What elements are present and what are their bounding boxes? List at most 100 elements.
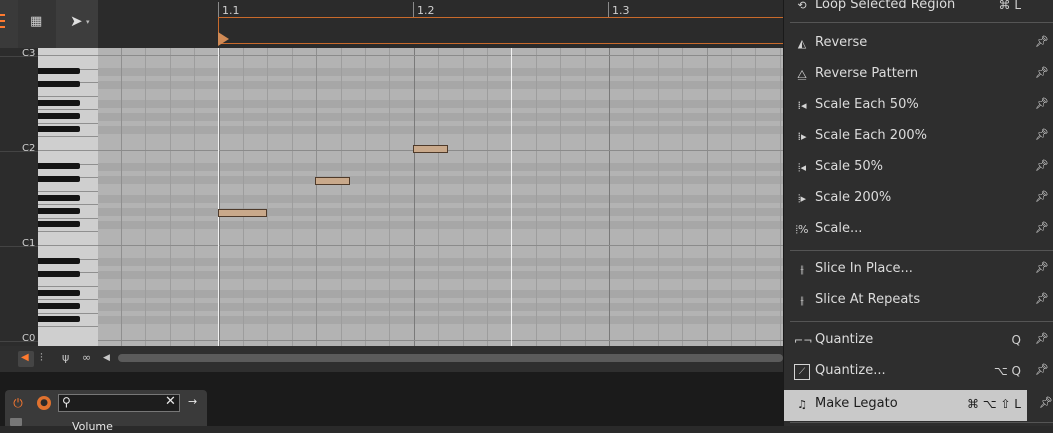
black-key[interactable]	[38, 303, 80, 309]
white-key-divider	[38, 286, 98, 287]
menu-item-scale-each-200[interactable]: ⁞▸ Scale Each 200% 📌︎	[784, 122, 1053, 153]
grid-line	[487, 48, 488, 346]
loop-icon: ⟲	[797, 0, 807, 12]
grid-line	[267, 48, 268, 346]
fork-icon[interactable]: ψ	[62, 351, 69, 364]
black-key[interactable]	[38, 68, 80, 74]
black-key[interactable]	[38, 100, 80, 106]
menu-item-label: Scale Each 50%	[815, 97, 919, 112]
white-key-divider	[38, 55, 98, 56]
ruler-tick	[413, 2, 414, 18]
menu-item-loop-selected-region[interactable]: ⟲ Loop Selected Region ⌘ L	[784, 0, 1053, 22]
pin-icon[interactable]: 📌︎	[1035, 261, 1049, 274]
pin-icon[interactable]: 📌︎	[1035, 190, 1049, 203]
clip-list-toggle-button[interactable]	[0, 0, 18, 48]
black-key[interactable]	[38, 163, 80, 169]
pointer-tool-button[interactable]: ➤ ▾	[56, 0, 98, 48]
device-icon[interactable]: ●	[37, 396, 51, 410]
black-key[interactable]	[38, 113, 80, 119]
pin-icon[interactable]: 📌︎	[1035, 159, 1049, 172]
link-icon[interactable]: ∞	[82, 351, 91, 364]
pin-icon[interactable]: 📌︎	[1035, 66, 1049, 79]
black-key[interactable]	[38, 195, 80, 201]
black-key[interactable]	[38, 290, 80, 296]
black-key[interactable]	[38, 81, 80, 87]
white-key-divider	[38, 150, 98, 151]
pin-icon[interactable]: 📌︎	[1035, 363, 1049, 376]
white-key-divider	[38, 299, 98, 300]
grid-lane	[98, 68, 783, 76]
grid-line	[170, 48, 171, 346]
pin-icon[interactable]: 📌︎	[1035, 35, 1049, 48]
folder-icon[interactable]	[10, 418, 22, 426]
grid-lane	[98, 208, 783, 216]
ruler-tick	[608, 2, 609, 18]
menu-item-reverse-pattern[interactable]: ⧋ Reverse Pattern 📌︎	[784, 60, 1053, 91]
menu-item-quantize[interactable]: ⌐¬ Quantize Q 📌︎	[784, 326, 1053, 357]
pin-icon[interactable]: 📌︎	[1035, 292, 1049, 305]
grid-line	[609, 48, 610, 346]
menu-item-reverse[interactable]: ◭ Reverse 📌︎	[784, 29, 1053, 60]
menu-item-scale-50[interactable]: ⦙◂ Scale 50% 📌︎	[784, 153, 1053, 184]
octave-divider	[0, 56, 38, 57]
menu-item-shortcut: Q	[1011, 333, 1021, 347]
pin-icon[interactable]: 📌︎	[1035, 332, 1049, 345]
midi-note[interactable]	[413, 145, 448, 153]
black-key[interactable]	[38, 258, 80, 264]
menu-item-make-legato[interactable]: ♫ Make Legato ⌘ ⌥ ⇧ L	[784, 390, 1027, 421]
pin-icon[interactable]: 📌︎	[1035, 97, 1049, 110]
grid-line	[707, 48, 708, 346]
menu-item-slice-at-repeats[interactable]: ⫲ Slice At Repeats 📌︎	[784, 286, 1053, 317]
menu-item-label: Scale 200%	[815, 190, 892, 205]
midi-note[interactable]	[315, 177, 350, 185]
scroll-left-icon[interactable]: ◀	[103, 353, 110, 363]
menu-item-scale-200[interactable]: ⦙▸ Scale 200% 📌︎	[784, 184, 1053, 215]
black-key[interactable]	[38, 271, 80, 277]
loop-start-marker[interactable]	[218, 32, 229, 46]
octave-line	[98, 340, 783, 341]
audition-button[interactable]: ◀	[18, 351, 34, 367]
menu-item-scale[interactable]: ⦙% Scale... 📌︎	[784, 215, 1053, 246]
horizontal-scrollbar[interactable]	[118, 354, 783, 362]
arrow-right-icon[interactable]: →	[188, 395, 197, 408]
menu-item-scale-each-50[interactable]: ⁞◂ Scale Each 50% 📌︎	[784, 91, 1053, 122]
browser-item-label: Volume	[72, 420, 113, 433]
power-icon[interactable]: ⏻	[10, 396, 26, 412]
grid-line	[194, 48, 195, 346]
octave-label: C3	[22, 48, 36, 59]
search-input[interactable]	[58, 394, 180, 412]
white-key-divider	[38, 123, 98, 124]
black-key[interactable]	[38, 221, 80, 227]
loop-region-bar[interactable]	[218, 17, 783, 44]
note-grid[interactable]	[98, 48, 783, 346]
black-key[interactable]	[38, 208, 80, 214]
octave-divider	[0, 341, 38, 342]
mixer-icon[interactable]: ⫶	[40, 351, 43, 365]
legato-icon: ♫	[797, 398, 807, 411]
black-key[interactable]	[38, 316, 80, 322]
menu-item-quantize-dialog[interactable]: ⟋ Quantize... ⌥ Q 📌︎	[784, 357, 1053, 388]
scale-200-icon: ⦙▸	[798, 192, 806, 205]
menu-item-label: Loop Selected Region	[815, 0, 956, 12]
midi-note[interactable]	[218, 209, 267, 217]
grid-line	[682, 48, 683, 346]
reverse-icon: ◭	[797, 37, 807, 50]
grid-line	[463, 48, 464, 346]
black-key[interactable]	[38, 126, 80, 132]
grid-view-button[interactable]: ▦	[18, 0, 56, 48]
pin-icon[interactable]: 📌︎	[1035, 221, 1049, 234]
menu-item-slice-in-place[interactable]: ⫲ Slice In Place... 📌︎	[784, 255, 1053, 286]
pin-icon[interactable]: 📌︎	[1035, 128, 1049, 141]
quantize-dialog-icon: ⟋	[794, 364, 810, 380]
close-icon[interactable]: ✕	[165, 394, 176, 409]
black-key[interactable]	[38, 176, 80, 182]
white-key-divider	[38, 231, 98, 232]
menu-separator	[790, 22, 1053, 23]
ruler-mark: 1.2	[417, 4, 435, 17]
grid-lane	[98, 81, 783, 89]
grid-line	[341, 48, 342, 346]
grid-line	[219, 48, 220, 346]
reverse-pattern-icon: ⧋	[797, 68, 807, 81]
speaker-icon: ◀	[21, 352, 29, 363]
pin-icon[interactable]: 📌︎	[1039, 396, 1053, 409]
